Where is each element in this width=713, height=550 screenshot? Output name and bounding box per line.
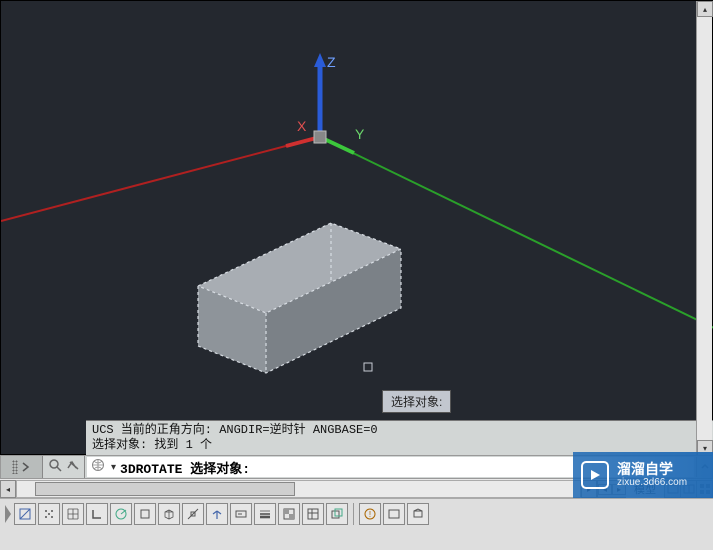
axis-z-label: Z [327,54,336,70]
watermark-brand: 溜溜自学 [617,461,687,477]
model-viewport[interactable]: X Y Z [0,0,713,455]
dynamic-input-toggle[interactable] [230,503,252,525]
command-history-line: UCS 当前的正角方向: ANGDIR=逆时针 ANGBASE=0 [92,423,708,438]
lineweight-toggle[interactable] [254,503,276,525]
axis-y-label: Y [355,126,365,142]
watermark-url: zixue.3d66.com [617,477,687,489]
object-snap-toggle[interactable] [134,503,156,525]
command-globe-icon [91,458,105,477]
ortho-mode-toggle[interactable] [86,503,108,525]
command-dropdown-icon[interactable]: ▾ [111,462,116,473]
status-divider [353,503,354,525]
3d-object-snap-toggle[interactable] [158,503,180,525]
watermark-badge: 溜溜自学 zixue.3d66.com [573,452,713,498]
infer-constraints-toggle[interactable] [14,503,36,525]
selected-box-solid[interactable] [198,223,401,373]
hscroll-left-button[interactable]: ◂ [0,480,16,498]
command-prompt: 3DROTATE 选择对象: [120,458,250,477]
pickbox-cursor [364,363,372,371]
command-history-line: 选择对象: 找到 1 个 [92,438,708,453]
polar-tracking-toggle[interactable] [110,503,132,525]
scroll-up-button[interactable]: ▴ [697,1,713,17]
command-search-icon[interactable] [48,458,62,477]
command-options-icon[interactable] [66,458,80,477]
workspace-button[interactable] [407,503,429,525]
dynamic-ucs-toggle[interactable] [206,503,228,525]
status-bar: ! [0,498,713,550]
play-icon [581,461,609,489]
selection-cycling-toggle[interactable] [326,503,348,525]
vertical-scrollbar[interactable]: ▴ ▾ [696,1,712,456]
selection-tooltip: 选择对象: [382,390,451,413]
command-line-grip[interactable] [1,456,43,478]
annotation-monitor-toggle[interactable]: ! [359,503,381,525]
snap-mode-toggle[interactable] [38,503,60,525]
object-snap-tracking-toggle[interactable] [182,503,204,525]
transparency-toggle[interactable] [278,503,300,525]
hscroll-thumb[interactable] [35,482,295,496]
model-space-button[interactable] [383,503,405,525]
grid-display-toggle[interactable] [62,503,84,525]
quick-properties-toggle[interactable] [302,503,324,525]
horizontal-scrollbar[interactable] [16,480,581,498]
svg-text:!: ! [369,510,371,519]
status-bar-handle[interactable] [4,503,12,525]
command-history[interactable]: UCS 当前的正角方向: ANGDIR=逆时针 ANGBASE=0 选择对象: … [86,420,713,456]
chevron-right-icon [20,461,32,473]
axis-x-label: X [297,118,307,134]
